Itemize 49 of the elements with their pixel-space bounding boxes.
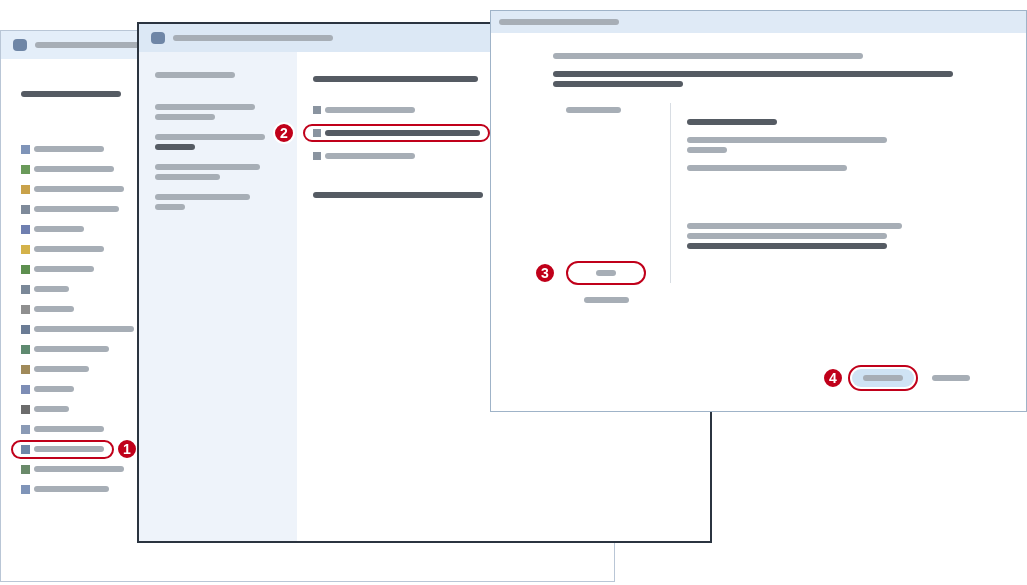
list-item[interactable] <box>21 204 119 214</box>
blurred-text <box>596 270 616 276</box>
blurred-text <box>155 204 185 210</box>
list-item[interactable] <box>21 224 84 234</box>
blurred-text <box>34 286 69 292</box>
list-item[interactable] <box>13 441 112 457</box>
blurred-text <box>34 426 104 432</box>
list-item[interactable] <box>21 344 109 354</box>
list-item[interactable] <box>21 324 134 334</box>
blurred-text <box>155 144 195 150</box>
choice-item[interactable] <box>568 263 644 283</box>
blurred-text <box>34 386 74 392</box>
list-item[interactable] <box>21 144 104 154</box>
list-item[interactable] <box>21 264 94 274</box>
blurred-text <box>34 226 84 232</box>
window-icon <box>13 39 27 51</box>
blurred-text <box>932 375 970 381</box>
list-item[interactable] <box>21 164 114 174</box>
blurred-text <box>863 375 903 381</box>
list-item[interactable] <box>21 424 104 434</box>
blurred-text <box>34 246 104 252</box>
blurred-text <box>155 174 220 180</box>
blurred-text <box>34 306 74 312</box>
callout-number: 1 <box>116 438 138 460</box>
callout-number: 3 <box>534 262 556 284</box>
option-icon <box>313 129 321 137</box>
blurred-text <box>583 297 629 303</box>
list-item[interactable] <box>21 284 69 294</box>
list-item[interactable] <box>21 364 89 374</box>
blurred-text <box>34 446 104 452</box>
blurred-text <box>34 366 89 372</box>
list-item[interactable] <box>21 464 124 474</box>
list-item[interactable] <box>21 304 74 314</box>
option-icon <box>313 152 321 160</box>
blurred-text <box>155 114 215 120</box>
window-icon <box>151 32 165 44</box>
option-icon <box>313 106 321 114</box>
blurred-text <box>687 147 727 153</box>
option-link[interactable] <box>313 152 415 160</box>
blurred-text <box>34 266 94 272</box>
list-item[interactable] <box>21 404 69 414</box>
callout-number: 4 <box>822 367 844 389</box>
blurred-text <box>34 406 69 412</box>
list-item[interactable] <box>21 484 109 494</box>
list-item[interactable] <box>21 384 74 394</box>
option-link[interactable] <box>305 126 488 140</box>
blurred-text <box>34 146 104 152</box>
option-link[interactable] <box>313 106 415 114</box>
blurred-text <box>566 107 621 113</box>
